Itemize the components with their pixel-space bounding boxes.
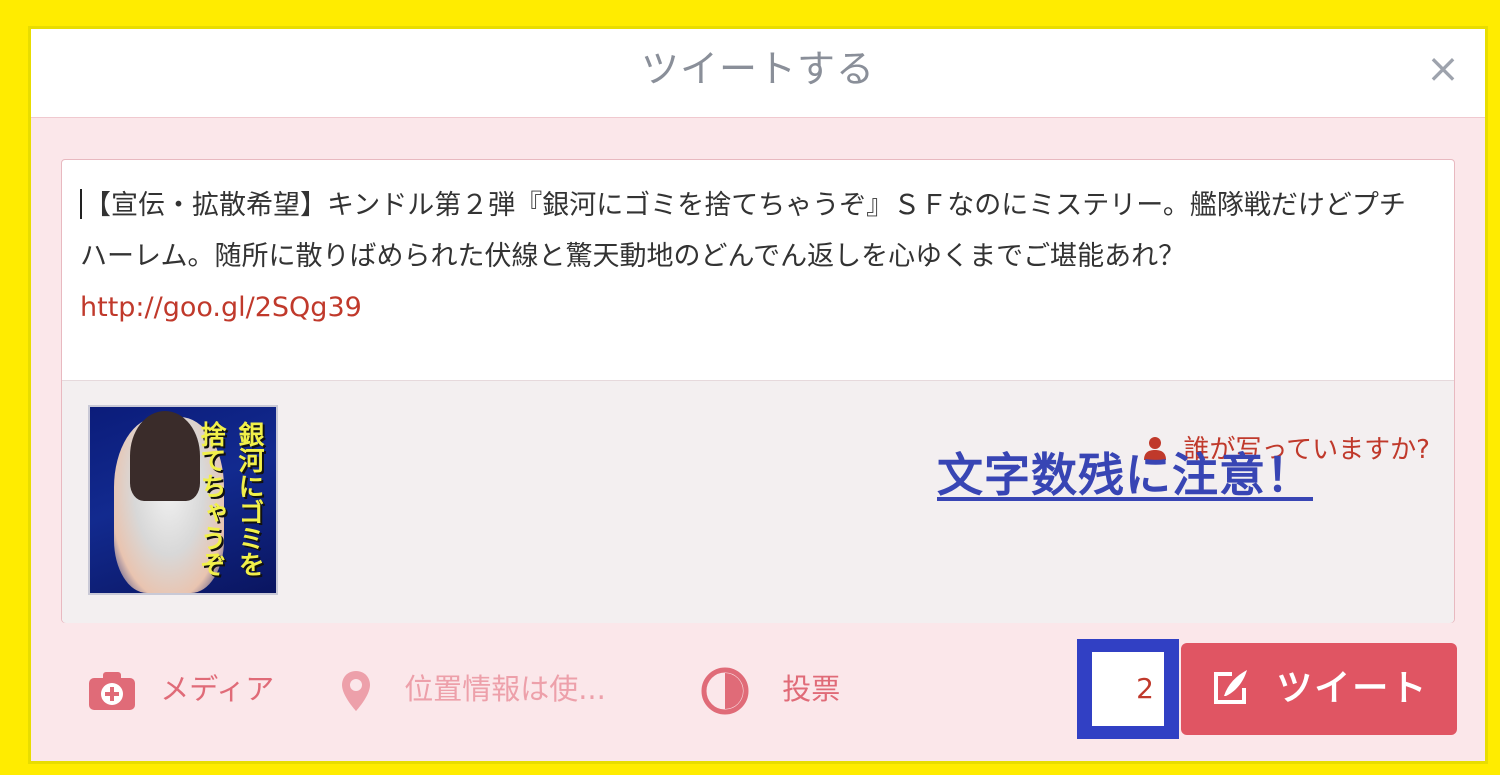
- tweet-text: 【宣伝・拡散希望】キンドル第２弾『銀河にゴミを捨てちゃうぞ』ＳＦなのにミステリー…: [80, 190, 1406, 272]
- location-label: 位置情報は使...: [404, 672, 606, 706]
- location-button[interactable]: 位置情報は使...: [339, 659, 606, 719]
- character-count-warning: 文字数残に注意！: [937, 448, 1313, 502]
- thumbnail-hair: [130, 411, 200, 501]
- text-caret: [80, 189, 82, 219]
- close-button[interactable]: ×: [1423, 47, 1463, 91]
- attached-image-thumbnail[interactable]: 銀河にゴミを捨てちゃうぞ: [88, 405, 278, 595]
- tweet-link[interactable]: http://goo.gl/2SQg39: [80, 292, 362, 323]
- tweet-submit-button[interactable]: ツイート: [1181, 643, 1457, 735]
- media-label: メディア: [160, 672, 275, 706]
- thumbnail-title-text: 銀河にゴミを捨てちゃうぞ: [196, 421, 264, 577]
- media-button[interactable]: メディア: [87, 659, 274, 719]
- tweet-text-input[interactable]: 【宣伝・拡散希望】キンドル第２弾『銀河にゴミを捨てちゃうぞ』ＳＦなのにミステリー…: [80, 180, 1420, 333]
- poll-button[interactable]: 投票: [701, 659, 840, 719]
- compose-toolbar: メディア 位置情報は使... 投票: [61, 639, 1061, 739]
- dialog-title: ツイートする: [640, 47, 875, 91]
- map-pin-icon: [339, 671, 382, 711]
- highlight-frame: ツイートする × 【宣伝・拡散希望】キンドル第２弾『銀河にゴミを捨てちゃうぞ』Ｓ…: [0, 0, 1500, 775]
- compose-box[interactable]: 【宣伝・拡散希望】キンドル第２弾『銀河にゴミを捨てちゃうぞ』ＳＦなのにミステリー…: [61, 159, 1455, 623]
- tweet-submit-label: ツイート: [1276, 668, 1429, 709]
- poll-chart-icon: [701, 667, 758, 715]
- tweet-dialog: ツイートする × 【宣伝・拡散希望】キンドル第２弾『銀河にゴミを捨てちゃうぞ』Ｓ…: [28, 26, 1488, 764]
- compose-quill-icon: [1210, 668, 1277, 709]
- close-icon: ×: [1426, 46, 1460, 92]
- dialog-header: ツイートする ×: [31, 29, 1485, 118]
- poll-label: 投票: [782, 672, 841, 706]
- character-counter: 2: [1092, 652, 1164, 726]
- character-counter-highlight: 2: [1077, 639, 1179, 739]
- camera-plus-icon: [87, 672, 146, 710]
